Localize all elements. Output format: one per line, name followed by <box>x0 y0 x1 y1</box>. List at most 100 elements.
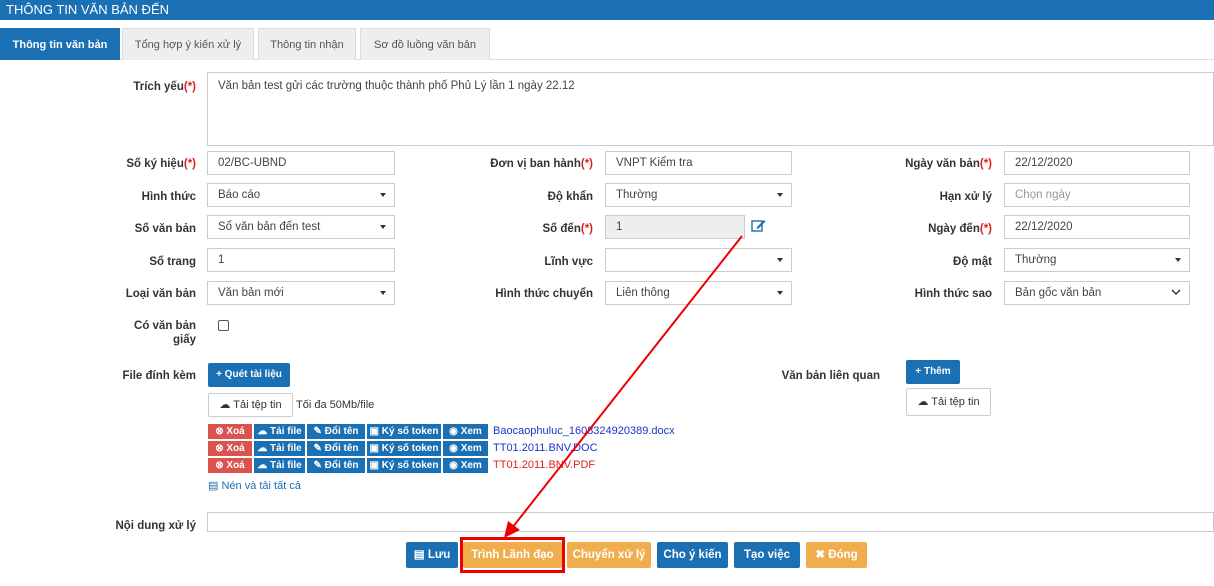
ngay-van-ban-label: Ngày văn bản(*) <box>905 158 992 170</box>
caret-down-icon <box>777 193 783 197</box>
linh-vuc-label: Lĩnh vực <box>544 256 593 268</box>
rename-file-button[interactable]: ✎ Đổi tên <box>307 458 365 473</box>
cho-y-kien-button[interactable]: Cho ý kiến <box>657 542 728 568</box>
close-button[interactable]: ✖ Đóng <box>806 542 867 568</box>
attachment-file-link[interactable]: TT01.2011.BNV.DOC <box>493 441 598 456</box>
tai-tep-tin-label: Tải tệp tin <box>233 399 282 411</box>
noi-dung-xu-ly-textarea[interactable] <box>207 512 1214 532</box>
do-khan-label: Độ khẩn <box>547 191 593 203</box>
don-vi-ban-hanh-label: Đơn vị ban hành(*) <box>490 158 593 170</box>
delete-icon: ⊗ <box>215 460 224 471</box>
van-ban-lien-quan-label: Văn bản liên quan <box>781 370 880 382</box>
rename-file-button[interactable]: ✎ Đổi tên <box>307 424 365 439</box>
signature-icon: ▣ <box>369 426 379 437</box>
hinh-thuc-chuyen-label: Hình thức chuyển <box>495 288 593 300</box>
han-xu-ly-placeholder: Chọn ngày <box>1015 189 1071 201</box>
sign-token-button[interactable]: ▣ Ký số token <box>367 458 441 473</box>
so-van-ban-label: Số văn bản <box>134 223 196 235</box>
delete-icon: ⊗ <box>215 443 224 454</box>
do-mat-label: Độ mật <box>953 256 992 268</box>
tab-so-do-luong[interactable]: Sơ đồ luồng văn bản <box>360 28 490 60</box>
ngay-den-label: Ngày đến(*) <box>928 223 992 235</box>
delete-file-button[interactable]: ⊗ Xoá <box>208 441 252 456</box>
download-file-button[interactable]: ☁ Tải file <box>254 424 305 439</box>
them-button[interactable]: + Thêm <box>906 360 960 384</box>
so-ky-hieu-input[interactable]: 02/BC-UBND <box>207 151 395 175</box>
tao-viec-button[interactable]: Tạo việc <box>734 542 800 568</box>
so-trang-input[interactable]: 1 <box>207 248 395 272</box>
caret-down-icon <box>380 291 386 295</box>
pencil-icon: ✎ <box>313 443 322 454</box>
caret-down-icon <box>380 193 386 197</box>
signature-icon: ▣ <box>369 460 379 471</box>
cloud-download-icon: ☁ <box>257 426 268 437</box>
don-vi-ban-hanh-input[interactable]: VNPT Kiểm tra <box>605 151 792 175</box>
eye-icon: ◉ <box>449 443 458 454</box>
tab-tong-hop-y-kien[interactable]: Tổng hợp ý kiến xử lý <box>122 28 254 60</box>
view-file-button[interactable]: ◉ Xem <box>443 458 488 473</box>
related-tai-tep-tin-label: Tải tệp tin <box>931 396 980 408</box>
do-mat-value: Thường <box>1015 254 1057 266</box>
window-title: THÔNG TIN VĂN BẢN ĐẾN <box>0 0 1214 20</box>
delete-icon: ⊗ <box>215 426 224 437</box>
hinh-thuc-sao-select[interactable]: Bản gốc văn bản <box>1004 281 1190 305</box>
hinh-thuc-sao-value: Bản gốc văn bản <box>1015 287 1102 299</box>
eye-icon: ◉ <box>449 460 458 471</box>
save-button[interactable]: ▤ Lưu <box>406 542 458 568</box>
related-tai-tep-tin-button[interactable]: ☁ Tải tệp tin <box>906 388 991 416</box>
noi-dung-xu-ly-label: Nội dung xử lý <box>115 520 196 532</box>
caret-down-icon <box>777 291 783 295</box>
edit-icon[interactable] <box>751 218 766 235</box>
sign-token-button[interactable]: ▣ Ký số token <box>367 441 441 456</box>
chuyen-xu-ly-button[interactable]: Chuyển xử lý <box>567 542 651 568</box>
caret-down-icon <box>1175 258 1181 262</box>
delete-file-button[interactable]: ⊗ Xoá <box>208 424 252 439</box>
delete-file-button[interactable]: ⊗ Xoá <box>208 458 252 473</box>
eye-icon: ◉ <box>449 426 458 437</box>
han-xu-ly-label: Hạn xử lý <box>939 191 992 203</box>
trich-yeu-textarea[interactable]: Văn bản test gửi các trường thuộc thành … <box>207 72 1214 146</box>
quet-tai-lieu-button[interactable]: + Quét tài liệu <box>208 363 290 387</box>
loai-van-ban-select[interactable]: Văn bản mới <box>207 281 395 305</box>
so-trang-label: Số trang <box>149 256 196 268</box>
cloud-download-icon: ☁ <box>257 460 268 471</box>
tai-tep-tin-button[interactable]: ☁ Tải tệp tin <box>208 393 293 417</box>
hinh-thuc-label: Hình thức <box>141 191 196 203</box>
tab-thong-tin-van-ban[interactable]: Thông tin văn bản <box>0 28 120 60</box>
download-file-button[interactable]: ☁ Tải file <box>254 441 305 456</box>
file-dinh-kem-label: File đính kèm <box>122 370 197 382</box>
pencil-icon: ✎ <box>313 426 322 437</box>
hinh-thuc-sao-label: Hình thức sao <box>914 288 992 300</box>
ngay-den-input[interactable]: 22/12/2020 <box>1004 215 1190 239</box>
compress-all-link[interactable]: ▤ Nén và tải tất cả <box>208 479 301 492</box>
signature-icon: ▣ <box>369 443 379 454</box>
linh-vuc-select[interactable] <box>605 248 792 272</box>
attachment-file-link[interactable]: Baocaophuluc_1608324920389.docx <box>493 424 675 439</box>
hinh-thuc-value: Báo cáo <box>218 189 261 201</box>
loai-van-ban-value: Văn bản mới <box>218 287 284 299</box>
han-xu-ly-input[interactable]: Chọn ngày <box>1004 183 1190 207</box>
attachment-file-link[interactable]: TT01.2011.BNV.PDF <box>493 458 595 473</box>
rename-file-button[interactable]: ✎ Đổi tên <box>307 441 365 456</box>
cloud-download-icon: ☁ <box>257 443 268 454</box>
hinh-thuc-select[interactable]: Báo cáo <box>207 183 395 207</box>
hinh-thuc-chuyen-select[interactable]: Liên thông <box>605 281 792 305</box>
close-icon: ✖ <box>815 549 826 561</box>
do-mat-select[interactable]: Thường <box>1004 248 1190 272</box>
view-file-button[interactable]: ◉ Xem <box>443 424 488 439</box>
view-file-button[interactable]: ◉ Xem <box>443 441 488 456</box>
so-van-ban-select[interactable]: Sổ văn bản đến test <box>207 215 395 239</box>
sign-token-button[interactable]: ▣ Ký số token <box>367 424 441 439</box>
co-van-ban-giay-checkbox[interactable] <box>218 320 229 331</box>
do-khan-select[interactable]: Thường <box>605 183 792 207</box>
tab-bar: Thông tin văn bản Tổng hợp ý kiến xử lý … <box>0 28 1214 60</box>
loai-van-ban-label: Loại văn bản <box>125 288 196 300</box>
download-file-button[interactable]: ☁ Tải file <box>254 458 305 473</box>
so-ky-hieu-label: Số ký hiệu(*) <box>126 158 196 170</box>
cloud-upload-icon: ☁ <box>219 399 231 411</box>
ngay-van-ban-input[interactable]: 22/12/2020 <box>1004 151 1190 175</box>
pencil-icon: ✎ <box>313 460 322 471</box>
so-van-ban-value: Sổ văn bản đến test <box>218 221 321 233</box>
so-den-input: 1 <box>605 215 745 239</box>
tab-thong-tin-nhan[interactable]: Thông tin nhận <box>258 28 356 60</box>
